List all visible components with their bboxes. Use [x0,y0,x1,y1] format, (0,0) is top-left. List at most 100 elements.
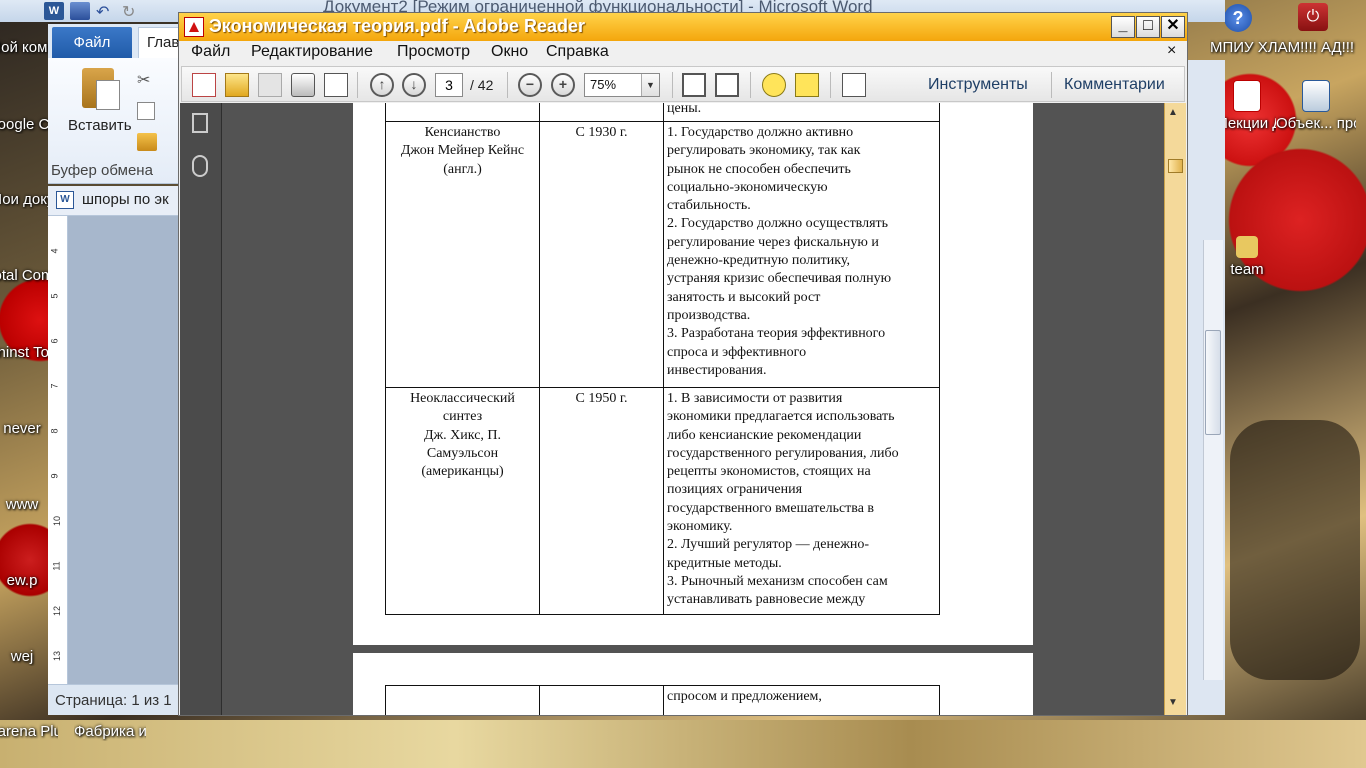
comments-panel-button[interactable]: Комментарии [1064,76,1165,94]
idea-line: спроса и эффективного [667,344,807,360]
menu-edit[interactable]: Редактирование [251,43,373,61]
idea-line: 3. Рыночный механизм способен сам [667,573,888,589]
folder-icon [1236,236,1258,258]
scroll-up-icon[interactable]: ▲ [1168,107,1178,118]
pdf-page: цены. Кенсианство Джон Мейнер Кейнс (анг… [353,103,1033,645]
scroll-down-icon[interactable]: ▼ [1168,697,1178,708]
desktop-icon[interactable]: МПИУ ХЛАМ!!!! АД!!! [1210,38,1366,57]
idea-line: регулировать экономику, так как [667,143,861,159]
create-pdf-icon[interactable] [192,73,216,97]
email-icon[interactable] [324,73,348,97]
expand-icon[interactable] [842,73,866,97]
comment-icon[interactable] [762,73,786,97]
zoom-in-button[interactable]: + [551,73,575,97]
desktop-icon-label: МПИУ ХЛАМ!!!! АД!!! [1210,39,1355,56]
wallpaper-decoration [0,720,1366,768]
pages-thumbnail-icon[interactable] [192,113,208,133]
fit-page-icon[interactable] [715,73,739,97]
ideas-cell: 1. Государство должно активно регулироват… [663,121,940,388]
close-button[interactable]: ✕ [1161,16,1185,38]
desktop-icon[interactable]: Объек... програ... [1276,80,1356,133]
save-icon[interactable] [258,73,282,97]
reader-window-title: Экономическая теория.pdf - Adobe Reader [209,16,586,36]
scroll-mode-icon[interactable] [682,73,706,97]
idea-line: рынок не способен обеспечить [667,161,851,177]
maximize-button[interactable]: □ [1136,16,1160,38]
word-vertical-scrollbar[interactable] [1203,240,1223,680]
ruler-number: 7 [49,383,60,389]
idea-line: инвестирования. [667,362,767,378]
tab-home[interactable]: Глав [138,27,180,59]
page-number-input[interactable] [435,73,463,97]
wallpaper-decoration [1230,420,1360,680]
ruler-number: 12 [52,605,63,617]
idea-line: занятость и высокий рост [667,289,821,305]
idea-line: либо кенсианские рекомендации [667,427,862,443]
copy-icon[interactable] [137,102,155,120]
idea-line: стабильность. [667,198,751,214]
ruler-number: 10 [52,515,63,527]
school-line: Самуэльсон [426,445,499,461]
save-icon[interactable] [70,2,90,20]
schools-table-continued: спросом и предложением, [385,685,940,715]
close-document-icon[interactable]: × [1167,42,1176,60]
tab-file[interactable]: Файл [52,27,132,59]
pdf-document-view[interactable]: цены. Кенсианство Джон Мейнер Кейнс (анг… [222,103,1164,715]
desktop-icon[interactable]: team [1222,236,1272,279]
word-app-icon[interactable]: W [44,2,64,20]
next-page-button[interactable]: ↓ [402,73,426,97]
zoom-out-button[interactable]: − [518,73,542,97]
menu-view[interactable]: Просмотр [397,43,470,61]
previous-page-button[interactable]: ↑ [370,73,394,97]
ruler-number: 11 [51,561,62,571]
highlight-icon[interactable] [795,73,819,97]
idea-line: рецепты экономистов, стоящих на [667,464,871,480]
school-line: Кенсианство [424,125,501,140]
school-line: (американцы) [421,464,504,480]
idea-line: 2. Лучший регулятор — денежно- [667,537,870,553]
zoom-select[interactable]: 75% ▼ [584,73,660,97]
menu-window[interactable]: Окно [491,43,528,61]
cut-icon[interactable]: ✂ [137,70,150,90]
ruler-number: 8 [49,428,60,434]
menu-file[interactable]: Файл [191,43,230,61]
navigation-pane [180,103,222,715]
adobe-reader-app-icon[interactable] [184,17,204,37]
undo-icon[interactable]: ↶ [96,2,116,21]
vertical-ruler: 4 5 6 7 8 9 10 11 12 13 [48,216,68,684]
word-status-bar: Страница: 1 из 1 [48,684,180,715]
page-count-status: Страница: 1 из 1 [55,692,172,709]
reader-menubar: Файл Редактирование Просмотр Окно Справк… [179,41,1187,63]
school-cell: Неоклассический синтез Дж. Хикс, П. Саму… [385,387,540,615]
open-file-icon[interactable] [225,73,249,97]
paste-button-label[interactable]: Вставить [68,117,132,134]
ruler-number: 9 [49,473,60,479]
reader-vertical-scrollbar[interactable]: ▲ ▼ [1164,103,1186,715]
minimize-button[interactable]: _ [1111,16,1135,38]
table-row: Неоклассический синтез Дж. Хикс, П. Саму… [385,387,940,615]
paste-icon[interactable] [78,64,122,112]
menu-help[interactable]: Справка [546,43,609,61]
document-tab-label[interactable]: шпоры по эк [82,191,178,208]
desktop-icon[interactable]: Garena Plus [0,722,58,741]
reader-titlebar: Экономическая теория.pdf - Adobe Reader … [179,13,1187,41]
quick-access-toolbar: W ↶ ↻ [44,0,142,22]
desktop-icon[interactable]: Фабрика игр Ala... [74,722,146,741]
help-icon[interactable]: ? [1224,4,1252,32]
power-icon[interactable]: ⏻ [1298,3,1328,31]
redo-icon[interactable]: ↻ [122,2,142,21]
format-painter-icon[interactable] [137,133,157,151]
idea-line: устанавливать равновесие между [667,592,866,608]
reader-scroll-thumb[interactable] [1168,159,1183,173]
chevron-down-icon[interactable]: ▼ [641,74,659,96]
table-row: Кенсианство Джон Мейнер Кейнс (англ.) С … [385,121,940,388]
idea-line: государственного регулирования, либо [667,445,899,461]
desktop-icon[interactable]: Лекции ДОП... [1218,80,1276,133]
word-document-area[interactable] [68,216,180,684]
tools-panel-button[interactable]: Инструменты [928,76,1028,94]
word-scroll-thumb[interactable] [1205,330,1221,435]
zoom-value: 75% [590,77,617,92]
attachments-icon[interactable] [192,155,208,177]
ruler-number: 13 [52,650,63,662]
print-icon[interactable] [291,73,315,97]
